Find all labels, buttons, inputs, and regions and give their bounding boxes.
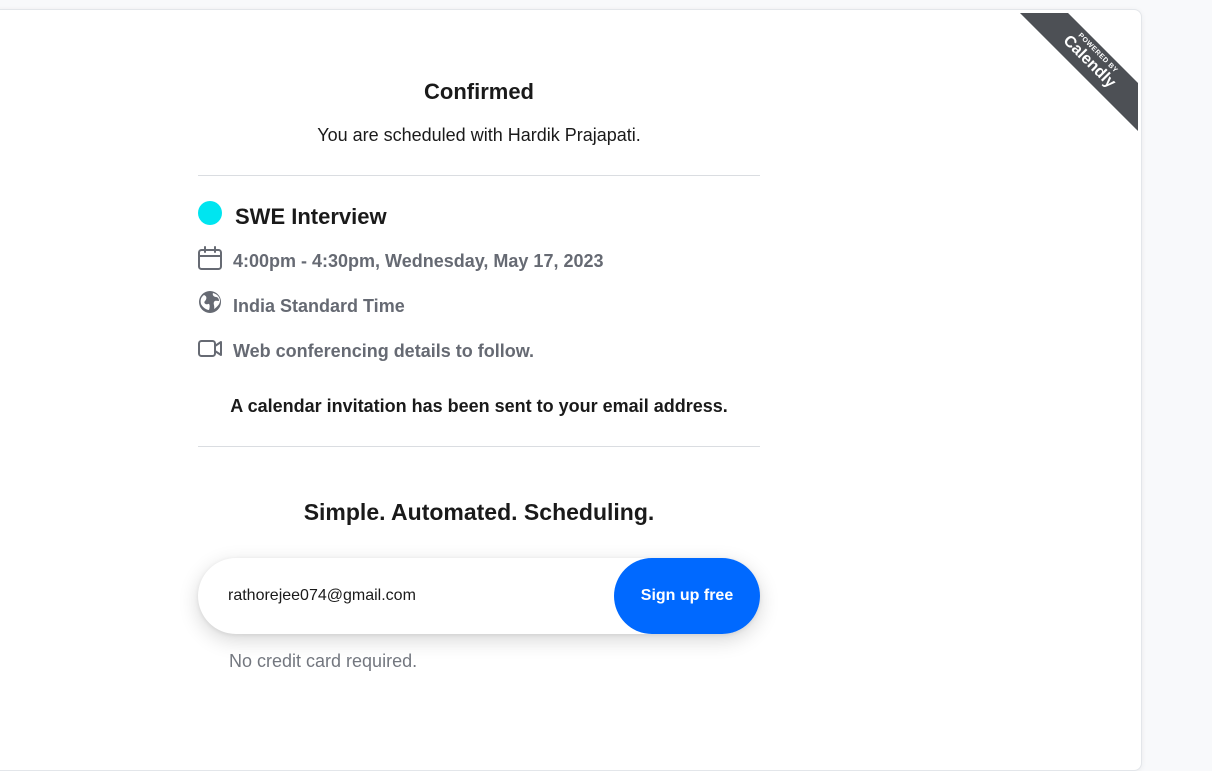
event-timezone: India Standard Time [233,296,405,316]
event-datetime: 4:00pm - 4:30pm, Wednesday, May 17, 2023 [233,251,604,271]
calendar-icon [198,246,222,270]
sign-up-button[interactable]: Sign up free [614,558,760,634]
badge-powered-by-label: POWERED BY [1076,32,1119,75]
invitation-sent-note: A calendar invitation has been sent to y… [230,396,728,416]
event-name: SWE Interview [235,204,387,229]
divider-top [198,175,760,176]
promo-title: Simple. Automated. Scheduling. [303,499,655,525]
badge-ribbon[interactable]: POWERED BY Calendly [1008,13,1138,143]
video-camera-icon [198,340,222,357]
email-field[interactable] [228,580,608,612]
page-title: Confirmed [424,79,534,104]
signup-form: Sign up free [198,558,760,634]
event-location: Web conferencing details to follow. [233,341,535,361]
no-credit-card-note: No credit card required. [229,651,418,671]
confirmation-card: POWERED BY Calendly [0,9,1142,771]
powered-by-calendly-badge[interactable]: POWERED BY Calendly [1007,13,1138,144]
event-color-dot [198,201,222,225]
scheduled-with-text: You are scheduled with Hardik Prajapati. [317,125,641,145]
globe-icon [199,291,221,313]
divider-bottom [198,446,760,447]
